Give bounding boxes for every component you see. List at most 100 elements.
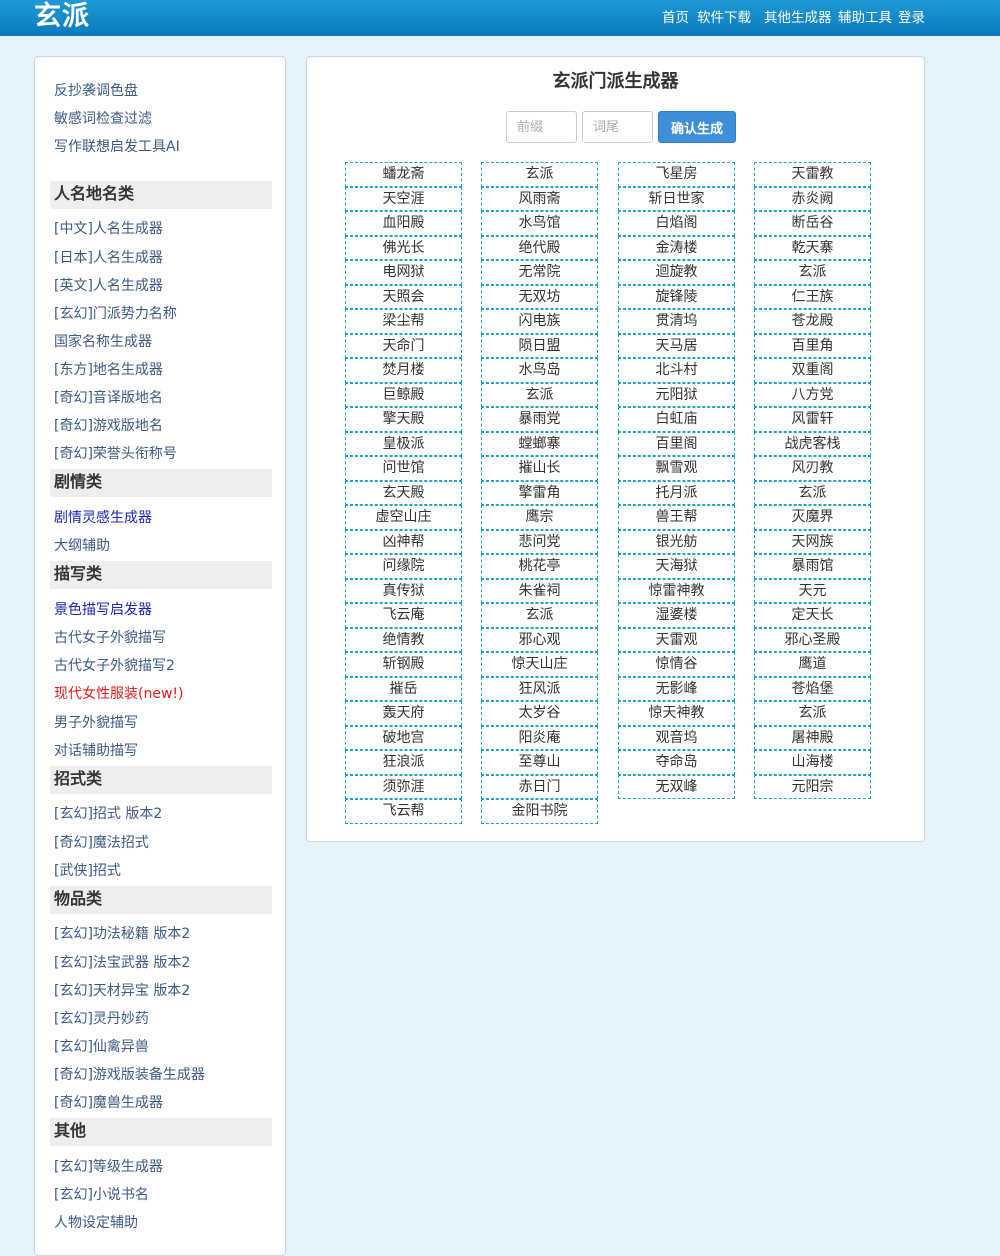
result-name-cell: 邪心观 — [481, 627, 598, 652]
result-name-cell: 无常院 — [481, 260, 598, 285]
sidebar-item-sect-names[interactable]: [玄幻]门派势力名称 — [54, 305, 177, 323]
nav-software-download[interactable]: 软件下载 — [697, 0, 751, 36]
sidebar-item-game-equipment[interactable]: [奇幻]游戏版装备生成器 — [54, 1066, 205, 1084]
result-name-cell: 风雨斋 — [481, 186, 598, 211]
generate-button[interactable]: 确认生成 — [658, 111, 736, 143]
result-name-cell: 赤炎阙 — [754, 186, 871, 211]
result-name-cell: 乾天寨 — [754, 235, 871, 260]
sidebar-item-japanese-names[interactable]: [日本]人名生成器 — [54, 249, 163, 267]
result-name-cell: 无双峰 — [618, 774, 735, 799]
result-name-cell: 八方党 — [754, 382, 871, 407]
result-name-cell: 百里阁 — [618, 431, 735, 456]
sidebar-item-monster-generator[interactable]: [奇幻]魔兽生成器 — [54, 1094, 163, 1112]
site-logo[interactable]: 玄派 — [34, 1, 90, 33]
sidebar-item-character-setup[interactable]: 人物设定辅助 — [54, 1214, 138, 1232]
result-name-cell: 迴旋教 — [618, 260, 735, 285]
result-name-cell: 焚月楼 — [345, 358, 462, 383]
sidebar-item-modern-female-clothing[interactable]: 现代女性服装(new!) — [54, 685, 183, 703]
sidebar-item-male-appearance[interactable]: 男子外貌描写 — [54, 714, 138, 732]
nav-tools[interactable]: 辅助工具 — [838, 0, 892, 36]
sidebar-item-scenery-description[interactable]: 景色描写启发器 — [54, 601, 152, 619]
sidebar-section-names: 人名地名类 — [50, 181, 272, 209]
sidebar-item-mythical-beasts[interactable]: [玄幻]仙禽异兽 — [54, 1038, 149, 1056]
result-name-cell: 贯清坞 — [618, 309, 735, 334]
sidebar-section-moves: 招式类 — [50, 766, 272, 794]
sidebar-item-secret-manuals-v2[interactable]: [玄幻]功法秘籍 版本2 — [54, 925, 190, 943]
result-name-cell: 赤日门 — [481, 774, 598, 799]
result-name-cell: 苍焰堡 — [754, 676, 871, 701]
result-name-cell: 惊情谷 — [618, 652, 735, 677]
result-name-cell: 天雷观 — [618, 627, 735, 652]
result-name-cell: 天照会 — [345, 284, 462, 309]
result-name-cell: 兽王帮 — [618, 505, 735, 530]
result-name-cell: 问世馆 — [345, 456, 462, 481]
result-name-cell: 银光舫 — [618, 529, 735, 554]
result-name-cell: 绝情教 — [345, 627, 462, 652]
sidebar-item-outline-helper[interactable]: 大纲辅助 — [54, 537, 110, 555]
sidebar-link-sensitive-word-filter[interactable]: 敏感词检查过滤 — [54, 110, 152, 128]
sidebar-item-chinese-names[interactable]: [中文]人名生成器 — [54, 220, 163, 238]
sidebar-item-ancient-female-appearance[interactable]: 古代女子外貌描写 — [54, 629, 166, 647]
result-name-cell: 金阳书院 — [481, 799, 598, 824]
result-name-cell: 天雷教 — [754, 162, 871, 187]
result-name-cell: 双重阁 — [754, 358, 871, 383]
result-name-cell: 惊天神教 — [618, 701, 735, 726]
sidebar-item-level-generator[interactable]: [玄幻]等级生成器 — [54, 1158, 163, 1176]
result-name-cell: 真传狱 — [345, 578, 462, 603]
prefix-input[interactable] — [506, 111, 577, 143]
sidebar-item-fantasy-game-places[interactable]: [奇幻]游戏版地名 — [54, 417, 163, 435]
sidebar-item-dialogue-helper[interactable]: 对话辅助描写 — [54, 742, 138, 760]
sidebar-item-country-names[interactable]: 国家名称生成器 — [54, 333, 152, 351]
sidebar-item-heavenly-treasures-v2[interactable]: [玄幻]天材异宝 版本2 — [54, 982, 190, 1000]
sidebar-item-magic-weapons-v2[interactable]: [玄幻]法宝武器 版本2 — [54, 954, 190, 972]
sidebar-item-xuanhuan-moves-v2[interactable]: [玄幻]招式 版本2 — [54, 805, 162, 823]
result-name-cell: 巨鲸殿 — [345, 382, 462, 407]
sidebar-item-fantasy-titles[interactable]: [奇幻]荣誉头衔称号 — [54, 445, 177, 463]
result-name-cell: 飞云帮 — [345, 799, 462, 824]
result-name-cell: 鹰宗 — [481, 505, 598, 530]
result-name-cell: 暴雨馆 — [754, 554, 871, 579]
result-name-cell: 玄派 — [481, 382, 598, 407]
result-name-cell: 斩钢殿 — [345, 652, 462, 677]
result-name-cell: 天网族 — [754, 529, 871, 554]
result-name-cell: 斩日世家 — [618, 186, 735, 211]
result-name-cell: 断岳谷 — [754, 211, 871, 236]
sidebar-link-writing-ai[interactable]: 写作联想启发工具AI — [54, 138, 180, 156]
suffix-input[interactable] — [582, 111, 653, 143]
result-name-cell: 凶神帮 — [345, 529, 462, 554]
sidebar-item-elixirs[interactable]: [玄幻]灵丹妙药 — [54, 1010, 149, 1028]
result-name-cell: 夺命岛 — [618, 750, 735, 775]
result-name-cell: 无双坊 — [481, 284, 598, 309]
sidebar-item-novel-titles[interactable]: [玄幻]小说书名 — [54, 1186, 149, 1204]
sidebar-item-ancient-female-appearance-2[interactable]: 古代女子外貌描写2 — [54, 657, 175, 675]
result-name-cell: 灭魔界 — [754, 505, 871, 530]
result-name-cell: 闪电族 — [481, 309, 598, 334]
result-name-cell: 仁王族 — [754, 284, 871, 309]
result-name-cell: 玄派 — [754, 480, 871, 505]
sidebar-item-wuxia-moves[interactable]: [武侠]招式 — [54, 862, 121, 880]
result-name-cell: 金涛楼 — [618, 235, 735, 260]
sidebar-item-eastern-places[interactable]: [东方]地名生成器 — [54, 361, 163, 379]
result-name-cell: 玄派 — [754, 701, 871, 726]
sidebar-item-english-names[interactable]: [英文]人名生成器 — [54, 277, 163, 295]
generator-panel: 玄派门派生成器 确认生成 蟠龙斋天空涯血阳殿佛光长电网狱天照会梁尘帮天命门焚月楼… — [306, 56, 925, 842]
sidebar-section-plot: 剧情类 — [50, 469, 272, 497]
result-name-cell: 狂浪派 — [345, 750, 462, 775]
result-name-cell: 绝代殿 — [481, 235, 598, 260]
result-name-cell: 皇极派 — [345, 431, 462, 456]
sidebar-link-anti-plagiarism[interactable]: 反抄袭调色盘 — [54, 82, 138, 100]
result-name-cell: 摧岳 — [345, 676, 462, 701]
result-name-cell: 定天长 — [754, 603, 871, 628]
sidebar-item-fantasy-transliterated-places[interactable]: [奇幻]音译版地名 — [54, 389, 163, 407]
top-bar: 玄派 首页 软件下载 其他生成器 辅助工具 登录 — [0, 0, 1000, 36]
nav-home[interactable]: 首页 — [662, 0, 689, 36]
nav-other-generators[interactable]: 其他生成器 — [764, 0, 832, 36]
result-name-cell: 托月派 — [618, 480, 735, 505]
result-name-cell: 血阳殿 — [345, 211, 462, 236]
nav-login[interactable]: 登录 — [898, 0, 925, 36]
sidebar-item-fantasy-magic-moves[interactable]: [奇幻]魔法招式 — [54, 834, 149, 852]
sidebar-item-plot-inspiration[interactable]: 剧情灵感生成器 — [54, 509, 152, 527]
sidebar-section-description: 描写类 — [50, 561, 272, 589]
sidebar: 反抄袭调色盘 敏感词检查过滤 写作联想启发工具AI 人名地名类 [中文]人名生成… — [34, 56, 286, 1256]
result-name-cell: 水鸟岛 — [481, 358, 598, 383]
